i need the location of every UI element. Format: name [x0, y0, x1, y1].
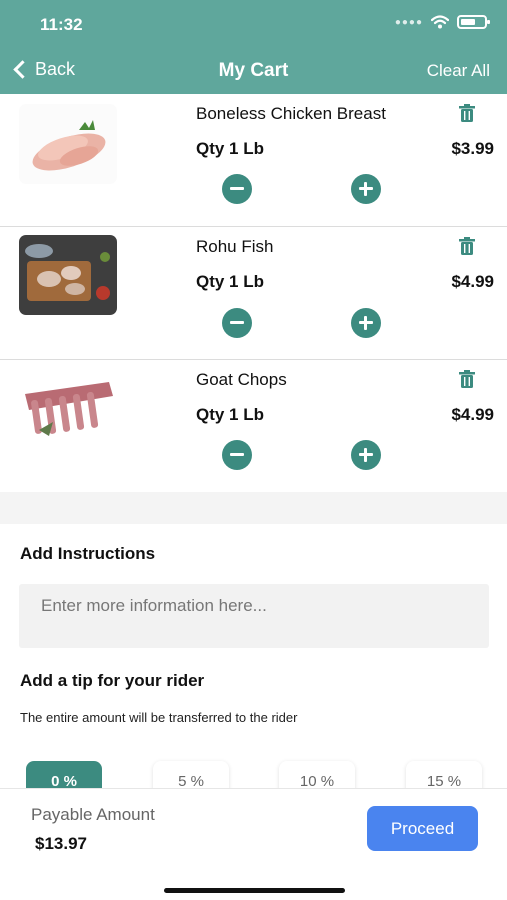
item-price: $3.99 — [451, 139, 494, 158]
item-price: $4.99 — [451, 405, 494, 424]
home-indicator — [164, 888, 345, 893]
trash-icon[interactable] — [459, 370, 475, 388]
item-name: Goat Chops — [196, 370, 287, 389]
item-name: Rohu Fish — [196, 237, 274, 256]
decrease-qty-button[interactable] — [222, 174, 252, 204]
cart-item-goat-chops: Goat Chops Qty 1 Lb $4.99 — [0, 360, 507, 493]
item-price: $4.99 — [451, 272, 494, 291]
increase-qty-button[interactable] — [351, 308, 381, 338]
decrease-qty-button[interactable] — [222, 440, 252, 470]
section-divider — [0, 492, 507, 524]
status-time: 11:32 — [40, 15, 83, 34]
cart-item-chicken: Boneless Chicken Breast Qty 1 Lb $3.99 — [0, 94, 507, 227]
trash-icon[interactable] — [459, 104, 475, 122]
wifi-icon — [431, 15, 449, 29]
battery-icon — [457, 15, 490, 29]
item-qty: Qty 1 Lb — [196, 139, 265, 158]
tip-note: The entire amount will be transferred to… — [20, 710, 298, 725]
increase-qty-button[interactable] — [351, 440, 381, 470]
payable-label: Payable Amount — [31, 805, 155, 824]
item-name: Boneless Chicken Breast — [196, 104, 386, 123]
trash-icon[interactable] — [459, 237, 475, 255]
clear-all-button[interactable]: Clear All — [427, 61, 490, 81]
chicken-breast-image — [19, 104, 117, 184]
decrease-qty-button[interactable] — [222, 308, 252, 338]
cart-item-rohu-fish: Rohu Fish Qty 1 Lb $4.99 — [0, 227, 507, 360]
header-bar: 11:32 ●●●● Back My Cart Clear All — [0, 0, 507, 94]
instructions-input[interactable]: Enter more information here... — [19, 584, 489, 648]
item-qty: Qty 1 Lb — [196, 272, 265, 291]
item-qty: Qty 1 Lb — [196, 405, 265, 424]
status-icons: ●●●● — [394, 15, 490, 29]
goat-chops-image — [19, 370, 117, 450]
checkout-footer: Payable Amount $13.97 Proceed — [0, 788, 507, 900]
instructions-title: Add Instructions — [20, 544, 156, 563]
payable-amount: $13.97 — [35, 834, 87, 853]
proceed-button[interactable]: Proceed — [367, 806, 478, 851]
signal-dots-icon: ●●●● — [394, 16, 423, 28]
increase-qty-button[interactable] — [351, 174, 381, 204]
tip-title: Add a tip for your rider — [20, 671, 205, 690]
rohu-fish-image — [19, 235, 117, 315]
